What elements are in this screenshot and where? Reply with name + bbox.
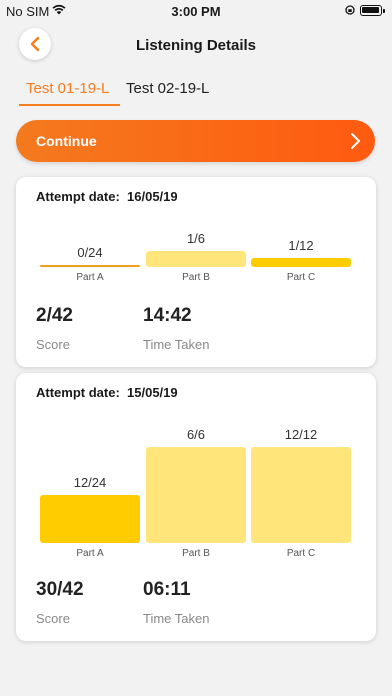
attempt-card: Attempt date: 15/05/19 12/24 Part A 6/6 Par… <box>16 373 376 641</box>
part-bar <box>146 447 246 543</box>
part-score: 1/12 <box>288 238 314 253</box>
score-value: 2/42 <box>36 305 73 326</box>
score-label: Score <box>36 611 70 626</box>
time-label: Time Taken <box>143 337 210 352</box>
time-value: 06:11 <box>143 579 191 600</box>
attempt-date-label: Attempt date: <box>36 385 120 400</box>
part-score: 12/12 <box>284 427 318 442</box>
status-bar: No SIM 3:00 PM <box>0 0 392 22</box>
part-score: 12/24 <box>73 475 107 490</box>
clock: 3:00 PM <box>171 4 221 19</box>
part-label: Part C <box>286 272 316 283</box>
tab-test-02[interactable]: Test 02-19-L <box>126 80 209 97</box>
part-bar <box>40 495 140 543</box>
score-label: Score <box>36 337 70 352</box>
time-value: 14:42 <box>143 305 192 326</box>
attempt-date-value: 15/05/19 <box>127 385 178 400</box>
part-bar <box>251 447 351 543</box>
part-bar <box>40 265 140 267</box>
attempt-date-value: 16/05/19 <box>127 189 178 204</box>
attempt-card: Attempt date: 16/05/19 0/24 Part A 1/6 Part… <box>16 177 376 367</box>
part-bar <box>146 251 246 267</box>
part-label: Part A <box>76 548 104 559</box>
part-score: 0/24 <box>77 245 103 260</box>
tab-test-01[interactable]: Test 01-19-L <box>26 80 109 97</box>
battery-icon <box>360 5 385 16</box>
part-label: Part B <box>182 548 210 559</box>
chevron-right-icon <box>351 133 360 149</box>
part-label: Part C <box>286 548 316 559</box>
part-score: 6/6 <box>186 427 206 442</box>
continue-button[interactable]: Continue <box>16 120 375 162</box>
part-label: Part B <box>182 272 210 283</box>
time-label: Time Taken <box>143 611 210 626</box>
active-tab-indicator <box>19 104 120 106</box>
part-label: Part A <box>76 272 104 283</box>
rotation-lock-icon <box>345 5 355 15</box>
part-score: 1/6 <box>186 231 206 246</box>
attempt-date-label: Attempt date: <box>36 189 120 204</box>
score-value: 30/42 <box>36 579 84 600</box>
attempt-date: Attempt date: 16/05/19 <box>36 189 178 204</box>
attempt-date: Attempt date: 15/05/19 <box>36 385 178 400</box>
page-title: Listening Details <box>135 37 257 54</box>
part-bar <box>251 258 351 267</box>
continue-label: Continue <box>36 133 97 149</box>
